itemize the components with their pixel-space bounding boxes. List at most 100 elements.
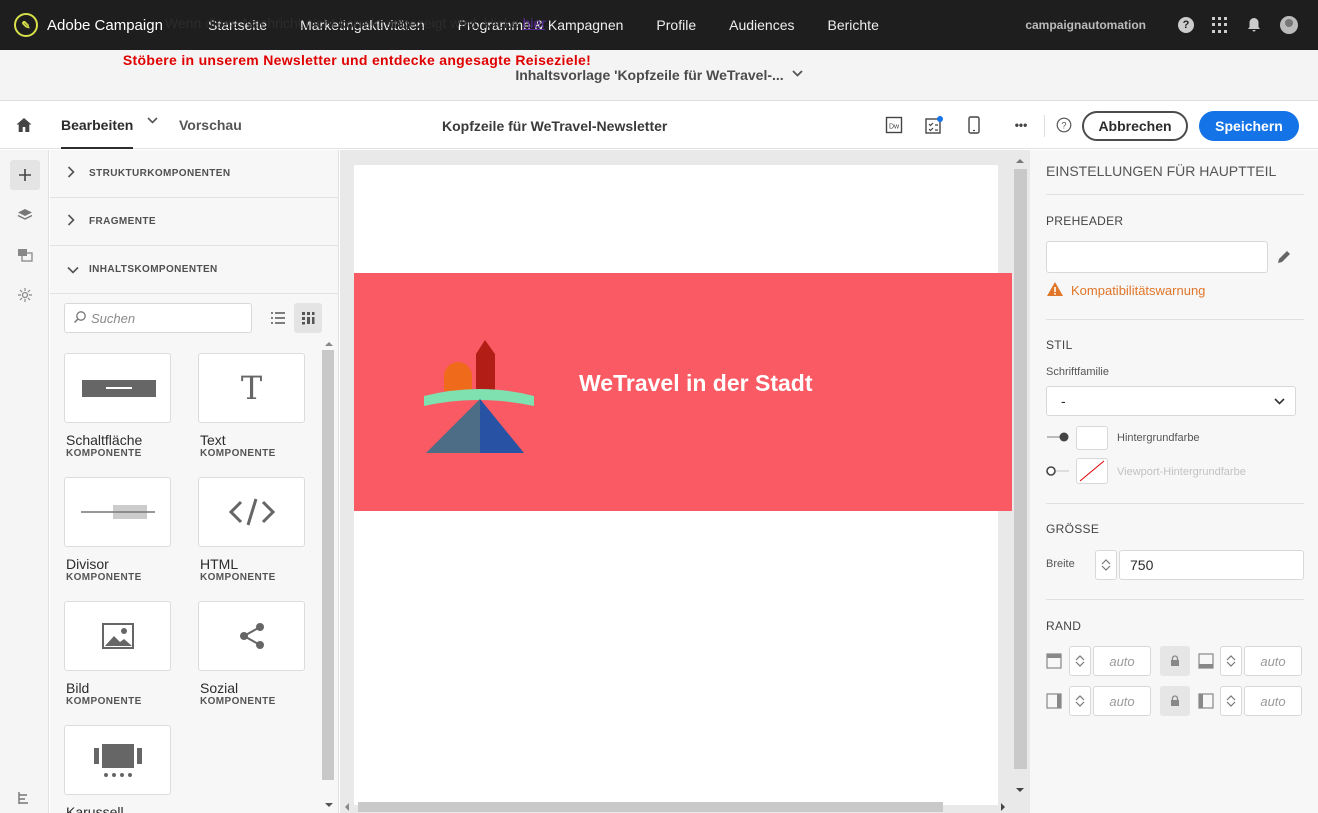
lock-icon[interactable]	[1160, 646, 1190, 676]
editor-toolbar: Bearbeiten Vorschau Kopfzeile für WeTrav…	[0, 101, 1318, 149]
canvas-scroll-thumb[interactable]	[1014, 169, 1027, 769]
canvas-horizontal-scrollbar[interactable]	[340, 800, 1010, 813]
assets-icon[interactable]	[10, 240, 40, 270]
layers-icon[interactable]	[10, 200, 40, 230]
component-type: KOMPONENTE	[200, 572, 276, 583]
component-tile-karussell[interactable]: Karussell	[64, 725, 171, 813]
font-family-select[interactable]: -	[1046, 386, 1296, 416]
home-icon[interactable]	[15, 116, 33, 137]
section-label: STRUKTURKOMPONENTEN	[89, 168, 231, 179]
text-component-icon: T	[198, 353, 305, 423]
help-icon[interactable]: ?	[1178, 17, 1194, 33]
margin-bottom-input[interactable]: auto	[1244, 646, 1302, 676]
panel-scroll-thumb[interactable]	[322, 350, 334, 780]
share-component-icon	[198, 601, 305, 671]
promo-text[interactable]: Stöbere in unserem Newsletter und entdec…	[0, 52, 714, 68]
bg-color-swatch[interactable]	[1076, 426, 1108, 450]
apps-grid-icon[interactable]	[1212, 17, 1228, 33]
margin-right-icon	[1198, 693, 1214, 712]
hero-banner[interactable]: WeTravel in der Stadt	[354, 273, 1012, 511]
section-label: INHALTSKOMPONENTEN	[89, 264, 218, 275]
edit-mode-chevron-down-icon[interactable]	[147, 116, 158, 128]
accordion-inhaltskomponenten[interactable]: INHALTSKOMPONENTEN	[50, 246, 338, 294]
bg-color-toggle-on[interactable]	[1046, 431, 1070, 446]
margin-top-input[interactable]: auto	[1093, 646, 1151, 676]
list-view-icon[interactable]	[264, 303, 292, 333]
svg-text:?: ?	[1061, 121, 1066, 131]
button-component-icon	[64, 353, 171, 423]
nav-berichte[interactable]: Berichte	[828, 17, 879, 33]
nav-audiences[interactable]: Audiences	[729, 17, 794, 33]
accordion-fragmente[interactable]: FRAGMENTE	[50, 198, 338, 246]
font-family-value: -	[1061, 393, 1066, 409]
mobile-preview-icon[interactable]	[964, 115, 984, 135]
component-name: Karussell	[66, 804, 124, 813]
margin-left-input[interactable]: auto	[1093, 686, 1151, 716]
section-label: FRAGMENTE	[89, 216, 156, 227]
width-stepper[interactable]	[1095, 550, 1117, 580]
divider	[1046, 194, 1304, 195]
component-tile-sozial[interactable]: Sozial KOMPONENTE	[198, 601, 305, 707]
margin-left-icon	[1046, 693, 1062, 712]
settings-title: EINSTELLUNGEN FÜR HAUPTTEIL	[1046, 163, 1277, 179]
save-button[interactable]: Speichern	[1199, 111, 1299, 141]
component-name: Sozial	[200, 680, 239, 696]
add-components-icon[interactable]	[10, 160, 40, 190]
preheader-line: Wenn diese Nachricht nicht korrekt angez…	[0, 15, 714, 31]
component-name: HTML	[200, 556, 239, 572]
grid-view-icon[interactable]	[294, 303, 322, 333]
width-input[interactable]: 750	[1119, 550, 1304, 580]
component-tile-text[interactable]: T Text KOMPONENTE	[198, 353, 305, 459]
question-icon[interactable]: ?	[1054, 115, 1074, 135]
more-options-icon[interactable]: •••	[1011, 115, 1031, 135]
component-type: KOMPONENTE	[200, 696, 276, 707]
chevron-down-icon[interactable]	[792, 69, 803, 81]
tab-bearbeiten[interactable]: Bearbeiten	[61, 117, 134, 149]
chevron-down-icon	[1274, 398, 1285, 405]
margin-bottom-stepper[interactable]	[1220, 646, 1242, 676]
template-title[interactable]: Inhaltsvorlage 'Kopfzeile für WeTravel-.…	[515, 67, 783, 83]
margin-right-input[interactable]: auto	[1244, 686, 1302, 716]
viewport-bg-toggle-off[interactable]	[1046, 465, 1070, 480]
image-component-icon	[64, 601, 171, 671]
bell-icon[interactable]	[1246, 17, 1262, 33]
component-tile-schaltflaeche[interactable]: Schaltfläche KOMPONENTE	[64, 353, 171, 459]
personalization-icon[interactable]	[10, 280, 40, 310]
panel-scrollbar[interactable]	[322, 340, 334, 813]
margin-left-stepper[interactable]	[1069, 686, 1091, 716]
component-tile-html[interactable]: HTML KOMPONENTE	[198, 477, 305, 583]
component-tile-divisor[interactable]: Divisor KOMPONENTE	[64, 477, 171, 583]
canvas-vertical-scrollbar[interactable]	[1013, 155, 1027, 800]
avatar[interactable]	[1280, 16, 1298, 34]
components-panel: STRUKTURKOMPONENTEN FRAGMENTE INHALTSKOM…	[50, 150, 339, 813]
component-type: KOMPONENTE	[66, 448, 142, 459]
width-label: Breite	[1046, 558, 1075, 570]
canvas-hscroll-thumb[interactable]	[358, 802, 943, 812]
tab-vorschau[interactable]: Vorschau	[179, 117, 242, 133]
accordion-strukturkomponenten[interactable]: STRUKTURKOMPONENTEN	[50, 150, 338, 198]
margin-right-stepper[interactable]	[1220, 686, 1242, 716]
search-input[interactable]	[91, 310, 241, 326]
city-tower-illustration	[424, 340, 534, 453]
compatibility-warning[interactable]: Kompatibilitätswarnung	[1046, 281, 1205, 300]
user-name[interactable]: campaignautomation	[1025, 18, 1146, 32]
preheader-input[interactable]	[1046, 241, 1268, 273]
settings-tree-icon[interactable]	[9, 783, 39, 813]
divider	[1046, 503, 1304, 504]
pencil-icon[interactable]	[1276, 249, 1292, 268]
viewport-bg-swatch-none[interactable]	[1076, 458, 1108, 484]
carousel-component-icon	[64, 725, 171, 795]
cancel-button[interactable]: Abbrechen	[1082, 111, 1188, 141]
dreamweaver-icon[interactable]: Dw	[884, 115, 904, 135]
checklist-icon[interactable]	[924, 115, 944, 135]
view-online-link[interactable]: hier	[523, 15, 546, 31]
margin-top-stepper[interactable]	[1069, 646, 1091, 676]
component-tile-bild[interactable]: Bild KOMPONENTE	[64, 601, 171, 707]
chevron-down-icon	[1101, 565, 1111, 571]
size-label: GRÖSSE	[1046, 522, 1100, 536]
component-search[interactable]	[64, 303, 252, 333]
warning-icon	[1046, 281, 1064, 300]
bg-color-label: Hintergrundfarbe	[1117, 432, 1200, 444]
lock-icon[interactable]	[1160, 686, 1190, 716]
preheader-text: Wenn diese Nachricht nicht korrekt angez…	[164, 15, 519, 31]
